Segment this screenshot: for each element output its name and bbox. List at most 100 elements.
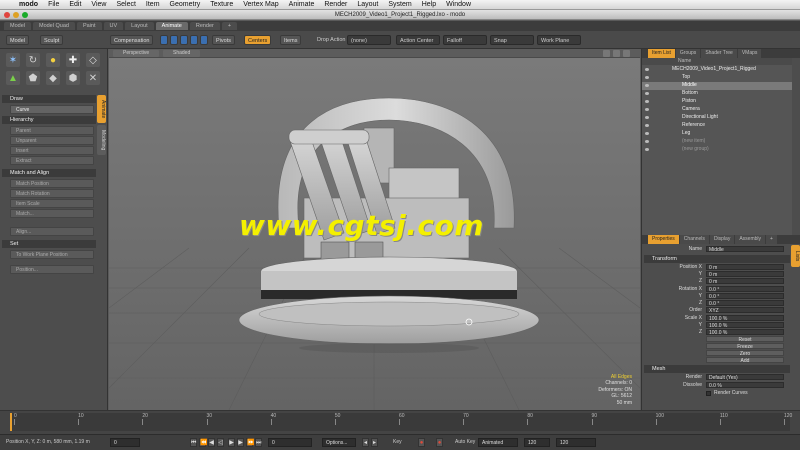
position-y-field[interactable]: 0 m: [706, 271, 784, 278]
reset-button[interactable]: Reset: [706, 336, 784, 343]
menu-geometry[interactable]: Geometry: [165, 1, 206, 8]
name-field[interactable]: Middle: [706, 246, 784, 253]
render-curves-checkbox[interactable]: [706, 391, 711, 396]
tab-animate[interactable]: Animate: [155, 22, 188, 30]
to-work-plane-position-button[interactable]: To Work Plane Position: [10, 250, 94, 259]
visibility-eye-icon[interactable]: [645, 76, 649, 79]
side-tab-modeling[interactable]: Modeling: [97, 125, 106, 155]
item-list-row[interactable]: Camera: [642, 106, 792, 114]
locator-tool-icon[interactable]: ✚: [66, 53, 80, 67]
sculpt-mode-button[interactable]: Sculpt: [40, 35, 64, 45]
drop-action-dropdown[interactable]: (none): [347, 35, 391, 45]
freeze-button[interactable]: Freeze: [706, 343, 784, 350]
tab-paint[interactable]: Paint: [76, 22, 102, 30]
transform-tool-icon[interactable]: ▲: [6, 71, 20, 85]
transform-section-header[interactable]: Transform: [644, 255, 790, 263]
draw-section-header[interactable]: Draw: [2, 95, 96, 103]
parent-button[interactable]: Parent: [10, 126, 94, 135]
current-frame-field[interactable]: 0: [268, 438, 312, 447]
position-z-field[interactable]: 0 m: [706, 278, 784, 285]
compensation-button[interactable]: Compensation: [110, 35, 154, 45]
next-key-icon[interactable]: ⏩: [246, 438, 254, 447]
visibility-eye-icon[interactable]: [645, 148, 649, 151]
action-center-dropdown[interactable]: Action Center: [396, 35, 440, 45]
render-dropdown[interactable]: Default (Yes): [706, 374, 784, 381]
scene-end-field[interactable]: 120: [556, 438, 596, 447]
start-frame-field[interactable]: 0: [110, 438, 140, 447]
rotation-x-field[interactable]: 0.0 °: [706, 286, 784, 293]
item-scale-button[interactable]: Item Scale: [10, 199, 94, 208]
match-position-button[interactable]: Match Position: [10, 179, 94, 188]
item-list-row[interactable]: Bottom: [642, 90, 792, 98]
menu-texture[interactable]: Texture: [205, 1, 238, 8]
menu-vertex-map[interactable]: Vertex Map: [238, 1, 283, 8]
dissolve-field[interactable]: 0.0 %: [706, 382, 784, 389]
vertex-select-icon[interactable]: [160, 35, 168, 45]
polygon-select-icon[interactable]: [180, 35, 188, 45]
scale-tool-icon[interactable]: ◇: [86, 53, 100, 67]
key-button[interactable]: Key: [393, 438, 402, 447]
play-reverse-icon[interactable]: ◁: [217, 438, 224, 447]
zero-button[interactable]: Zero: [706, 350, 784, 357]
model-mode-button[interactable]: Model: [6, 35, 29, 45]
add-properties-tab-button[interactable]: +: [766, 235, 777, 244]
item-list-row[interactable]: Directional Light: [642, 114, 792, 122]
rotate-tool-icon[interactable]: ↻: [26, 53, 40, 67]
snap-dropdown[interactable]: Snap: [490, 35, 534, 45]
falloff-dropdown[interactable]: Falloff: [443, 35, 487, 45]
tab-properties[interactable]: Properties: [648, 235, 679, 244]
auto-key-record-icon[interactable]: ●: [418, 438, 425, 447]
3d-viewport[interactable]: Perspective Shaded www.cgtsj.com All Edg…: [109, 49, 640, 410]
menu-window[interactable]: Window: [441, 1, 476, 8]
visibility-eye-icon[interactable]: [645, 68, 649, 71]
viewport-pan-icon[interactable]: [613, 50, 620, 57]
menu-file[interactable]: File: [43, 1, 64, 8]
shaded-style-dropdown[interactable]: Shaded: [163, 50, 201, 57]
prev-frame-icon[interactable]: ◀: [208, 438, 215, 447]
menu-layout[interactable]: Layout: [352, 1, 383, 8]
move-tool-icon[interactable]: ✶: [6, 53, 20, 67]
visibility-eye-icon[interactable]: [645, 92, 649, 95]
light-tool-icon[interactable]: ●: [46, 53, 60, 67]
unparent-button[interactable]: Unparent: [10, 136, 94, 145]
tab-render[interactable]: Render: [189, 22, 220, 30]
tab-channels[interactable]: Channels: [679, 235, 709, 244]
add-tab-button[interactable]: +: [221, 22, 238, 30]
mesh-section-header[interactable]: Mesh: [644, 365, 790, 373]
item-select-icon[interactable]: [200, 35, 208, 45]
match-rotation-button[interactable]: Match Rotation: [10, 189, 94, 198]
item-list-row[interactable]: Leg: [642, 130, 792, 138]
side-tab-lists[interactable]: Lists: [791, 245, 800, 267]
order-dropdown[interactable]: XYZ: [706, 307, 784, 314]
perspective-view-dropdown[interactable]: Perspective: [113, 50, 160, 57]
timeline[interactable]: 0 10 20 30 40 50 60 70 80 90 100 110 120: [0, 410, 800, 434]
tab-groups[interactable]: Groups: [675, 49, 701, 58]
menu-edit[interactable]: Edit: [64, 1, 86, 8]
material-select-icon[interactable]: [190, 35, 198, 45]
match-align-section-header[interactable]: Match and Align: [2, 169, 96, 177]
go-to-end-icon[interactable]: ⏭: [255, 438, 262, 447]
element-move-icon[interactable]: ⬟: [26, 71, 40, 85]
scale-y-field[interactable]: 100.0 %: [706, 322, 784, 329]
menu-system[interactable]: System: [383, 1, 416, 8]
tab-uv[interactable]: UV: [103, 22, 124, 30]
animated-dropdown[interactable]: Animated: [478, 438, 518, 447]
end-frame-field[interactable]: 120: [524, 438, 550, 447]
item-list-row[interactable]: Reference: [642, 122, 792, 130]
edge-select-icon[interactable]: [170, 35, 178, 45]
zoom-window-icon[interactable]: [22, 12, 28, 18]
hierarchy-section-header[interactable]: Hierarchy: [2, 116, 96, 124]
auto-key-label[interactable]: Auto Key: [455, 438, 475, 447]
scale-x-field[interactable]: 100.0 %: [706, 315, 784, 322]
reset-tool-icon[interactable]: ✕: [86, 71, 100, 85]
tab-shader-tree[interactable]: Shader Tree: [701, 49, 737, 58]
tab-layout[interactable]: Layout: [125, 22, 154, 30]
tab-assembly[interactable]: Assembly: [735, 235, 766, 244]
stretch-tool-icon[interactable]: ◆: [46, 71, 60, 85]
tab-vmaps[interactable]: VMaps: [737, 49, 762, 58]
items-button[interactable]: Items: [280, 35, 302, 45]
viewport-zoom-icon[interactable]: [603, 50, 610, 57]
menu-app-name[interactable]: modo: [14, 1, 43, 8]
match-more-button[interactable]: Match...: [10, 209, 94, 218]
pivots-button[interactable]: Pivots: [212, 35, 235, 45]
